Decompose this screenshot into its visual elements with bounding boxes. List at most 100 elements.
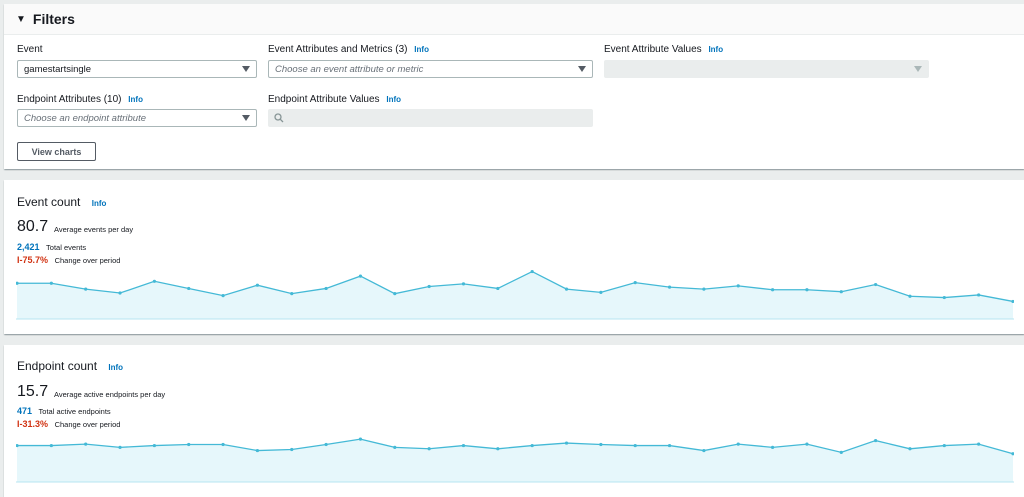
endpoint-attribute-values-label: Endpoint Attribute Values Info <box>268 94 402 105</box>
chevron-down-icon <box>242 66 250 72</box>
event-select[interactable]: gamestartsingle <box>17 60 257 78</box>
event-select-value: gamestartsingle <box>24 63 92 75</box>
endpoint-chart-data-point[interactable] <box>496 447 500 451</box>
event-chart-data-point[interactable] <box>564 287 569 291</box>
event-attributes-info-link[interactable]: Info <box>414 45 429 54</box>
endpoint-chart-data-point[interactable] <box>667 443 672 448</box>
event-attribute-values-label: Event Attribute Values Info <box>604 44 724 55</box>
filters-toggle[interactable]: ▼ Filters <box>4 4 1024 35</box>
endpoint-chart-data-point[interactable] <box>770 445 775 449</box>
endpoint-chart-data-point[interactable] <box>49 443 53 448</box>
event-total: 2,421 Total events <box>17 242 86 252</box>
event-count-title: Event count Info <box>17 195 107 209</box>
filters-panel: ▼ Filters Event gamestartsingle Event At… <box>4 4 1024 169</box>
event-chart-data-point[interactable] <box>118 291 122 295</box>
endpoint-attributes-select[interactable]: Choose an endpoint attribute <box>17 109 257 127</box>
endpoint-attributes-info-link[interactable]: Info <box>128 95 143 104</box>
endpoint-chart-data-point[interactable] <box>977 442 981 446</box>
event-chart-data-point[interactable] <box>152 279 156 283</box>
event-chart-data-point[interactable] <box>805 288 809 292</box>
endpoint-avg-label: Average active endpoints per day <box>54 390 166 399</box>
event-label: Event <box>17 44 43 55</box>
endpoint-attributes-placeholder: Choose an endpoint attribute <box>24 112 147 124</box>
event-chart-data-point[interactable] <box>49 281 53 285</box>
event-chart-data-point[interactable] <box>839 290 843 294</box>
event-chart-data-point[interactable] <box>393 292 397 296</box>
endpoint-chart-data-point[interactable] <box>255 448 260 453</box>
endpoint-change-label: Change over period <box>54 420 121 429</box>
endpoint-chart-data-point[interactable] <box>942 443 946 448</box>
caret-down-icon: ▼ <box>16 13 26 25</box>
event-chart-data-point[interactable] <box>633 281 637 285</box>
endpoint-attribute-values-input[interactable] <box>288 113 578 123</box>
endpoint-change-value: -31.3% <box>19 419 49 429</box>
event-chart-data-point[interactable] <box>221 294 225 298</box>
event-attribute-values-select <box>604 60 929 78</box>
endpoint-attributes-label: Endpoint Attributes (10) Info <box>17 94 143 105</box>
endpoint-chart-data-point[interactable] <box>187 442 191 447</box>
event-attributes-placeholder: Choose an event attribute or metric <box>275 63 424 75</box>
event-avg-value: 80.7 <box>17 218 49 235</box>
endpoint-chart-data-point[interactable] <box>633 443 637 448</box>
endpoint-attribute-values-info-link[interactable]: Info <box>386 95 401 104</box>
endpoint-chart-data-point[interactable] <box>84 442 88 446</box>
endpoint-chart-data-point[interactable] <box>564 441 569 445</box>
endpoint-chart-data-point[interactable] <box>599 442 603 447</box>
endpoint-chart-data-point[interactable] <box>736 442 740 446</box>
endpoint-chart-data-point[interactable] <box>152 443 156 448</box>
event-chart-data-point[interactable] <box>667 285 672 289</box>
endpoint-chart-data-point[interactable] <box>427 447 431 451</box>
event-chart-data-point[interactable] <box>358 274 363 278</box>
endpoint-total: 471 Total active endpoints <box>17 406 111 416</box>
event-chart-data-point[interactable] <box>290 292 294 296</box>
endpoint-count-title: Endpoint count Info <box>17 359 124 373</box>
endpoint-count-info-link[interactable]: Info <box>108 363 123 372</box>
endpoint-avg-value: 15.7 <box>17 383 49 400</box>
endpoint-attribute-values-search[interactable] <box>268 109 593 127</box>
chevron-down-icon <box>914 66 922 72</box>
endpoint-change: I-31.3% Change over period <box>17 419 120 429</box>
event-chart-data-point[interactable] <box>702 287 706 291</box>
endpoint-total-label: Total active endpoints <box>38 407 111 416</box>
event-chart-data-point[interactable] <box>530 269 534 274</box>
endpoint-chart-data-point[interactable] <box>221 442 225 447</box>
endpoint-chart-data-point[interactable] <box>805 442 809 446</box>
endpoint-chart-data-point[interactable] <box>393 445 397 449</box>
event-chart-data-point[interactable] <box>84 287 88 291</box>
endpoint-chart-data-point[interactable] <box>908 447 912 451</box>
endpoint-chart-data-point[interactable] <box>118 445 122 449</box>
event-attributes-select[interactable]: Choose an event attribute or metric <box>268 60 593 78</box>
event-attribute-values-info-link[interactable]: Info <box>708 45 723 54</box>
endpoint-chart-data-point[interactable] <box>839 450 843 454</box>
event-chart-data-point[interactable] <box>736 284 740 288</box>
endpoint-chart-data-point[interactable] <box>358 437 363 441</box>
chevron-down-icon <box>242 115 250 121</box>
event-chart-data-point[interactable] <box>496 286 500 291</box>
endpoint-count-card: Endpoint count Info 15.7 Average active … <box>4 345 1024 497</box>
event-count-info-link[interactable]: Info <box>92 199 107 208</box>
event-count-card: Event count Info 80.7 Average events per… <box>4 180 1024 334</box>
event-chart-data-point[interactable] <box>324 286 328 291</box>
endpoint-chart-data-point[interactable] <box>530 443 534 448</box>
event-chart-data-point[interactable] <box>427 284 431 289</box>
event-chart-data-point[interactable] <box>461 282 466 286</box>
filters-title: Filters <box>32 11 75 27</box>
event-chart-data-point[interactable] <box>255 283 260 287</box>
endpoint-chart-data-point[interactable] <box>461 443 466 448</box>
view-charts-button[interactable]: View charts <box>17 142 96 161</box>
event-chart-data-point[interactable] <box>942 295 946 300</box>
event-chart-data-point[interactable] <box>599 290 603 294</box>
event-avg-label: Average events per day <box>54 225 134 234</box>
event-chart-data-point[interactable] <box>908 294 912 298</box>
event-chart-data-point[interactable] <box>874 282 878 287</box>
event-chart-data-point[interactable] <box>770 288 775 292</box>
endpoint-chart-data-point[interactable] <box>702 448 706 453</box>
endpoint-chart-data-point[interactable] <box>874 438 878 443</box>
search-icon <box>274 113 284 123</box>
event-chart-data-point[interactable] <box>187 286 191 291</box>
endpoint-chart-data-point[interactable] <box>290 447 294 452</box>
endpoint-chart-data-point[interactable] <box>324 442 328 447</box>
chevron-down-icon <box>578 66 586 72</box>
event-chart-data-point[interactable] <box>977 293 981 297</box>
event-chart-area-fill <box>17 271 1013 319</box>
